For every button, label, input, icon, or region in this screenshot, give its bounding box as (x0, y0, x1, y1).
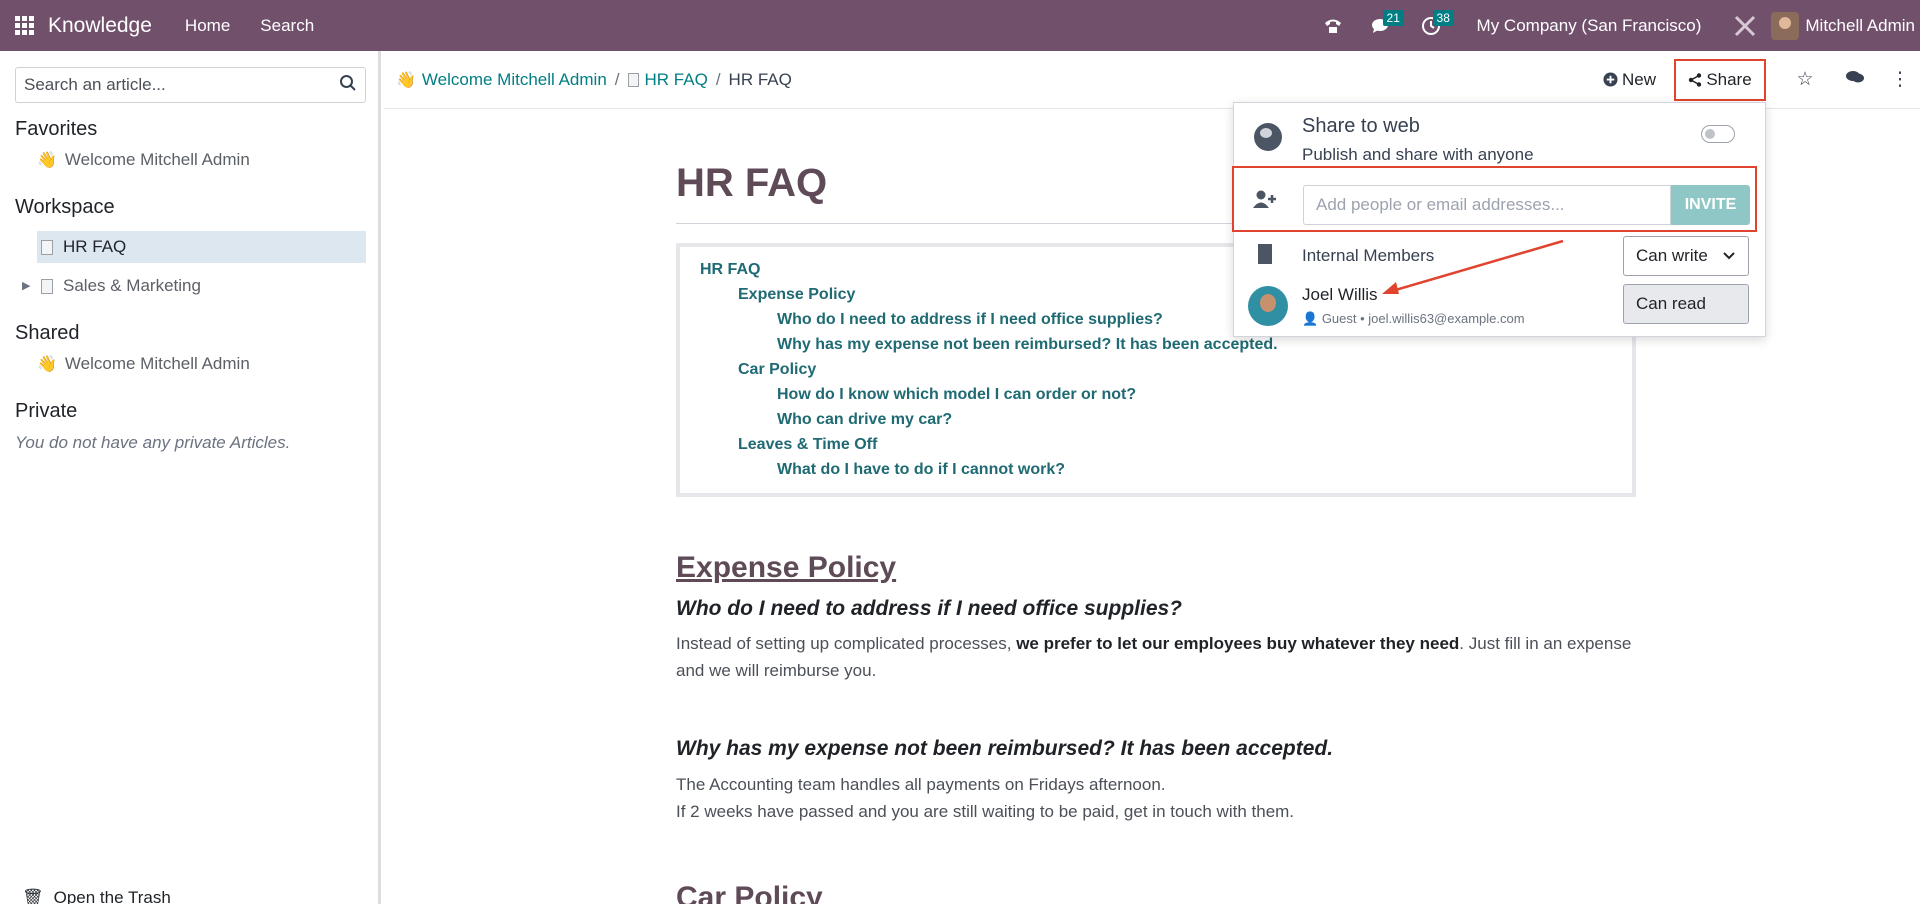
breadcrumb-separator: / (715, 69, 721, 89)
waving-hand-icon: 👋 (37, 152, 57, 169)
breadcrumb-current: HR FAQ (728, 69, 792, 89)
document-icon (41, 278, 53, 294)
toc-item[interactable]: Why has my expense not been reimbursed? … (777, 336, 1278, 354)
member-meta: 👤 Guest • joel.willis63@example.com (1302, 311, 1525, 327)
member-email: joel.willis63@example.com (1368, 311, 1525, 326)
chevron-down-icon (1722, 248, 1736, 264)
answer-text: Instead of setting up complicated proces… (676, 634, 1017, 653)
toc-item[interactable]: HR FAQ (700, 261, 760, 279)
favorite-item-label: Welcome Mitchell Admin (64, 150, 250, 169)
toc-item[interactable]: What do I have to do if I cannot work? (777, 461, 1065, 479)
avatar (1771, 11, 1800, 40)
invite-button[interactable]: INVITE (1671, 185, 1750, 225)
workspace-item-sales[interactable]: Sales & Marketing (37, 270, 201, 302)
company-switcher[interactable]: My Company (San Francisco) (1455, 16, 1720, 36)
workspace-item-label: HR FAQ (63, 237, 127, 256)
new-button-label: New (1621, 69, 1656, 89)
annotation-arrow (1382, 239, 1564, 294)
question-heading: Who do I need to address if I need offic… (676, 597, 1183, 620)
workspace-item-label: Sales & Marketing (63, 276, 201, 295)
breadcrumb-separator: / (614, 69, 620, 89)
star-icon[interactable]: ☆ (1780, 68, 1830, 91)
shared-heading: Shared (15, 322, 80, 344)
member-permission-button[interactable]: Can read (1623, 284, 1749, 324)
invite-placeholder: Add people or email addresses... (1316, 195, 1565, 214)
toc-item[interactable]: Leaves & Time Off (738, 436, 877, 454)
invite-email-input[interactable]: Add people or email addresses... (1303, 185, 1671, 225)
building-icon (1258, 244, 1272, 264)
article-title[interactable]: HR FAQ (676, 161, 827, 206)
internal-permission-select[interactable]: Can write (1623, 236, 1749, 276)
user-name: Mitchell Admin (1805, 15, 1915, 35)
document-icon (41, 239, 53, 255)
open-trash-link[interactable]: 🗑 Open the Trash (22, 888, 171, 904)
breadcrumb-welcome[interactable]: Welcome Mitchell Admin (422, 70, 607, 90)
shared-item-label: Welcome Mitchell Admin (64, 354, 250, 373)
toc-item[interactable]: Who can drive my car? (777, 411, 952, 429)
workspace-heading: Workspace (15, 196, 115, 218)
comments-icon[interactable] (1830, 69, 1880, 91)
answer-bold-text: we prefer to let our employees buy whate… (1016, 634, 1460, 653)
waving-hand-icon: 👋 (37, 356, 57, 373)
tools-icon[interactable] (1719, 0, 1771, 51)
search-input[interactable]: Search an article... (15, 67, 366, 103)
activities-badge: 38 (1432, 10, 1454, 26)
breadcrumb-hr-faq[interactable]: HR FAQ (645, 70, 708, 90)
share-web-title: Share to web (1302, 115, 1420, 137)
activity-clock-icon[interactable]: 38 (1407, 0, 1455, 51)
favorite-item-welcome[interactable]: 👋 Welcome Mitchell Admin (37, 144, 250, 176)
user-menu[interactable]: Mitchell Admin (1771, 11, 1920, 40)
guest-user-icon: 👤 (1302, 311, 1319, 326)
toc-item[interactable]: Expense Policy (738, 286, 855, 304)
member-role: Guest (1321, 311, 1357, 326)
section-heading: Expense Policy (676, 551, 897, 584)
app-name[interactable]: Knowledge (48, 14, 152, 38)
phone-icon[interactable] (1309, 0, 1357, 51)
avatar (1248, 286, 1288, 326)
share-icon (1689, 72, 1702, 87)
waving-hand-icon: 👋 (396, 71, 416, 89)
nav-home[interactable]: Home (170, 16, 245, 36)
control-bar: 👋 Welcome Mitchell Admin / HR FAQ / HR F… (384, 51, 1920, 109)
share-web-toggle[interactable] (1701, 125, 1735, 143)
private-heading: Private (15, 400, 78, 422)
workspace-item-hr-faq[interactable]: HR FAQ (37, 231, 366, 263)
share-web-subtitle: Publish and share with anyone (1302, 145, 1534, 164)
breadcrumb: 👋 Welcome Mitchell Admin / HR FAQ / HR F… (396, 70, 792, 90)
question-heading: Why has my expense not been reimbursed? … (676, 737, 1334, 760)
answer-paragraph: Instead of setting up complicated proces… (676, 630, 1636, 684)
top-navbar: Knowledge Home Search 21 38 My Company (… (0, 0, 1920, 51)
shared-item-welcome[interactable]: 👋 Welcome Mitchell Admin (37, 348, 250, 380)
section-heading: Car Policy (676, 881, 823, 904)
toc-item[interactable]: How do I know which model I can order or… (777, 386, 1136, 404)
share-button[interactable]: Share (1674, 58, 1766, 101)
internal-permission-value: Can write (1636, 246, 1708, 265)
add-user-icon (1253, 190, 1277, 213)
toc-item[interactable]: Car Policy (738, 361, 816, 379)
apps-grid-icon[interactable] (0, 0, 48, 51)
sidebar: Search an article... Favorites 👋 Welcome… (0, 51, 381, 904)
search-placeholder: Search an article... (24, 75, 166, 94)
document-icon (627, 72, 639, 87)
answer-line: If 2 weeks have passed and you are still… (676, 802, 1295, 821)
more-options-icon[interactable]: ⋮ (1880, 68, 1920, 91)
chat-icon[interactable]: 21 (1357, 0, 1407, 51)
expand-caret-icon[interactable]: ▶ (22, 279, 30, 292)
favorites-heading: Favorites (15, 118, 98, 140)
trash-icon: 🗑 (22, 888, 44, 904)
globe-icon (1254, 123, 1282, 151)
invite-highlight: Add people or email addresses... INVITE (1232, 166, 1757, 232)
toc-item[interactable]: Who do I need to address if I need offic… (777, 311, 1163, 329)
share-popover: Share to web Publish and share with anyo… (1232, 102, 1766, 337)
member-name: Joel Willis (1302, 285, 1378, 304)
private-empty-note: You do not have any private Articles. (15, 433, 291, 452)
search-icon[interactable] (339, 74, 357, 97)
answer-line: The Accounting team handles all payments… (676, 775, 1166, 794)
share-button-label: Share (1706, 69, 1752, 89)
nav-search[interactable]: Search (245, 16, 329, 36)
new-button[interactable]: New (1603, 70, 1656, 90)
trash-label: Open the Trash (53, 888, 171, 904)
messages-badge: 21 (1382, 10, 1404, 26)
plus-circle-icon (1603, 72, 1618, 87)
